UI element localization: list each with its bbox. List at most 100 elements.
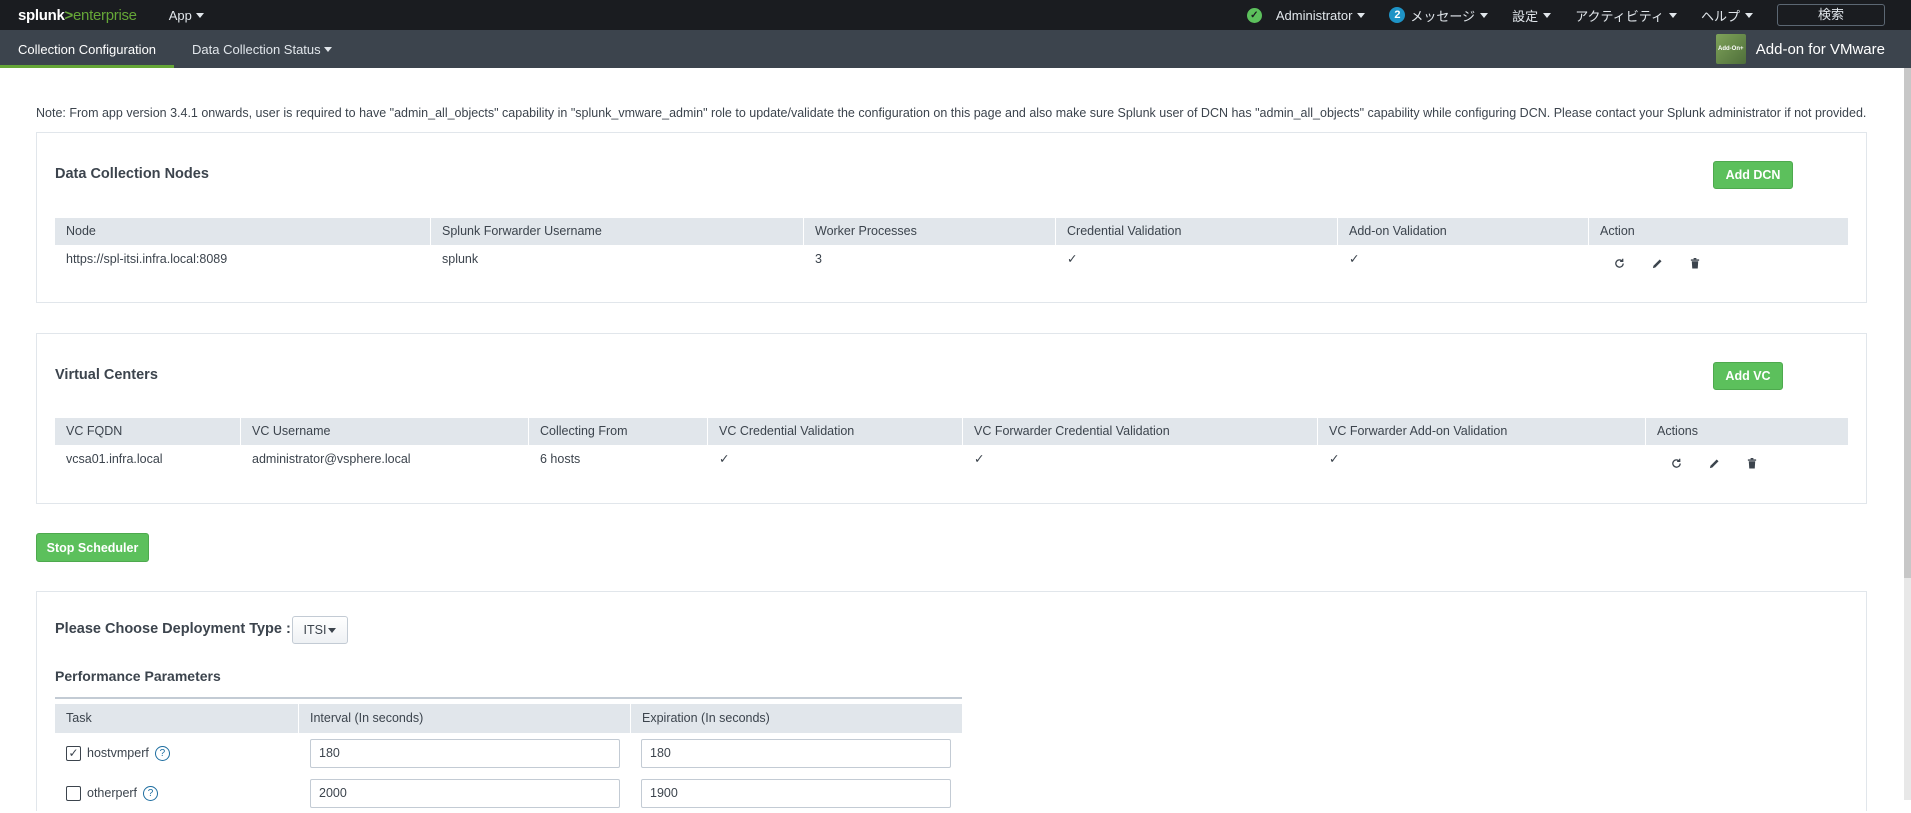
app-menu[interactable]: App	[169, 8, 204, 23]
interval-cell: 2000	[299, 778, 631, 808]
dcn-title: Data Collection Nodes	[55, 166, 209, 182]
column-header: Task	[55, 704, 299, 733]
addon-app-icon: Add-On+	[1715, 34, 1746, 64]
settings-menu[interactable]: 設定	[1512, 6, 1552, 25]
top-right-menus: ✓ Administrator 2 メッセージ 設定 アクティビティ ヘルプ 検…	[1246, 0, 1885, 30]
chevron-down-icon	[328, 627, 337, 633]
column-header[interactable]: Collecting From	[529, 418, 708, 445]
task-checkbox[interactable]	[66, 785, 81, 801]
capability-note: Note: From app version 3.4.1 onwards, us…	[36, 106, 1867, 120]
delete-icon[interactable]	[1742, 453, 1762, 473]
vc-username-cell: administrator@vsphere.local	[252, 452, 411, 466]
column-header: Actions	[1657, 424, 1698, 438]
logo-splunk-text: splunk	[18, 6, 65, 24]
chevron-down-icon	[1480, 12, 1489, 18]
messages-count-badge: 2	[1389, 7, 1406, 23]
user-menu[interactable]: Administrator	[1276, 8, 1366, 23]
logo-enterprise-text: enterprise	[73, 6, 137, 24]
task-name: otherperf	[87, 786, 138, 800]
add-vc-button[interactable]: Add VC	[1713, 362, 1783, 390]
vc-actions	[1646, 445, 1848, 475]
app-menu-label: App	[168, 7, 192, 23]
column-header[interactable]: VC Forwarder Add-on Validation	[1318, 418, 1646, 445]
deployment-type-dropdown[interactable]: ITSI	[292, 616, 348, 644]
logo-gt-text: >	[64, 6, 74, 24]
delete-icon[interactable]	[1685, 253, 1705, 273]
vc-panel: Virtual Centers Add VC VC FQDN VC Userna…	[36, 333, 1867, 504]
column-header: Interval (In seconds)	[299, 704, 631, 733]
table-row: otherperf ? 2000 1900	[55, 773, 962, 813]
column-header[interactable]: Worker Processes	[804, 218, 1056, 245]
interval-cell: 180	[299, 738, 631, 768]
help-menu[interactable]: ヘルプ	[1701, 6, 1753, 25]
column-header: Expiration (In seconds)	[642, 711, 770, 725]
stop-scheduler-button[interactable]: Stop Scheduler	[36, 533, 149, 562]
task-cell: ✓ hostvmperf ?	[55, 745, 299, 761]
expiration-cell: 1900	[631, 778, 962, 808]
expiration-input[interactable]: 1900	[641, 778, 951, 808]
dcn-username-cell: splunk	[442, 252, 479, 266]
chevron-down-icon	[323, 46, 332, 52]
column-header[interactable]: Add-on Validation	[1338, 218, 1589, 245]
column-header[interactable]: VC Credential Validation	[708, 418, 963, 445]
task-name: hostvmperf	[87, 746, 149, 760]
chevron-down-icon	[1745, 12, 1753, 18]
section-divider	[55, 697, 962, 699]
splunk-logo[interactable]: splunk>enterprise	[18, 7, 137, 24]
user-menu-label: Administrator	[1275, 7, 1353, 23]
check-icon: ✓	[1329, 452, 1340, 466]
tab-collection-configuration[interactable]: Collection Configuration	[0, 30, 175, 68]
chevron-down-icon	[1668, 12, 1677, 18]
column-header[interactable]: Splunk Forwarder Username	[431, 218, 804, 245]
vc-fqdn-cell: vcsa01.infra.local	[66, 452, 163, 466]
deployment-type-value: ITSI	[303, 623, 327, 637]
tab-data-collection-status[interactable]: Data Collection Status	[174, 30, 350, 68]
tab-label: Data Collection Status	[192, 41, 321, 57]
column-header[interactable]: Node	[55, 218, 431, 245]
page-scrollbar[interactable]	[1904, 68, 1911, 800]
column-header[interactable]: VC Username	[241, 418, 529, 445]
activity-menu-label: アクティビティ	[1575, 8, 1664, 24]
deployment-panel: Please Choose Deployment Type : ITSI Per…	[36, 591, 1867, 811]
scrollbar-thumb[interactable]	[1904, 68, 1911, 578]
dcn-node-cell: https://spl-itsi.infra.local:8089	[66, 252, 228, 266]
vc-title: Virtual Centers	[55, 367, 158, 383]
refresh-icon[interactable]	[1666, 453, 1686, 473]
task-cell: otherperf ?	[55, 785, 299, 801]
expiration-cell: 180	[631, 738, 962, 768]
interval-input[interactable]: 2000	[310, 778, 620, 808]
health-status-icon[interactable]: ✓	[1246, 7, 1262, 23]
search-input[interactable]: 検索	[1777, 4, 1885, 26]
settings-menu-label: 設定	[1512, 8, 1539, 24]
help-icon[interactable]: ?	[154, 745, 170, 761]
table-row: vcsa01.infra.local administrator@vsphere…	[55, 445, 1848, 475]
check-icon: ✓	[719, 452, 730, 466]
edit-icon[interactable]	[1704, 453, 1724, 473]
help-icon[interactable]: ?	[143, 785, 159, 801]
column-header[interactable]: VC Forwarder Credential Validation	[963, 418, 1318, 445]
check-icon: ✓	[1067, 252, 1078, 266]
tab-label: Collection Configuration	[18, 41, 157, 57]
dcn-table-header: Node Splunk Forwarder Username Worker Pr…	[55, 218, 1848, 245]
add-dcn-button[interactable]: Add DCN	[1713, 161, 1793, 189]
interval-input[interactable]: 180	[310, 738, 620, 768]
chevron-down-icon	[1357, 12, 1366, 18]
collecting-from-link[interactable]: 6 hosts	[529, 445, 708, 475]
performance-table-header: Task Interval (In seconds) Expiration (I…	[55, 704, 962, 733]
expiration-input[interactable]: 180	[641, 738, 951, 768]
column-header[interactable]: VC FQDN	[55, 418, 241, 445]
app-nav-bar: Collection Configuration Data Collection…	[0, 30, 1911, 68]
app-title: Add-on for VMware	[1755, 40, 1885, 58]
chevron-down-icon	[1543, 12, 1552, 18]
task-checkbox[interactable]: ✓	[66, 745, 81, 761]
vc-table-header: VC FQDN VC Username Collecting From VC C…	[55, 418, 1848, 445]
edit-icon[interactable]	[1647, 253, 1667, 273]
messages-menu[interactable]: 2 メッセージ	[1389, 6, 1489, 25]
help-menu-label: ヘルプ	[1700, 8, 1740, 24]
dcn-panel: Data Collection Nodes Add DCN Node Splun…	[36, 132, 1867, 303]
performance-parameters-title: Performance Parameters	[55, 668, 221, 684]
refresh-icon[interactable]	[1609, 253, 1629, 273]
activity-menu[interactable]: アクティビティ	[1575, 6, 1677, 25]
column-header[interactable]: Credential Validation	[1056, 218, 1338, 245]
top-bar: splunk>enterprise App ✓ Administrator 2 …	[0, 0, 1911, 30]
